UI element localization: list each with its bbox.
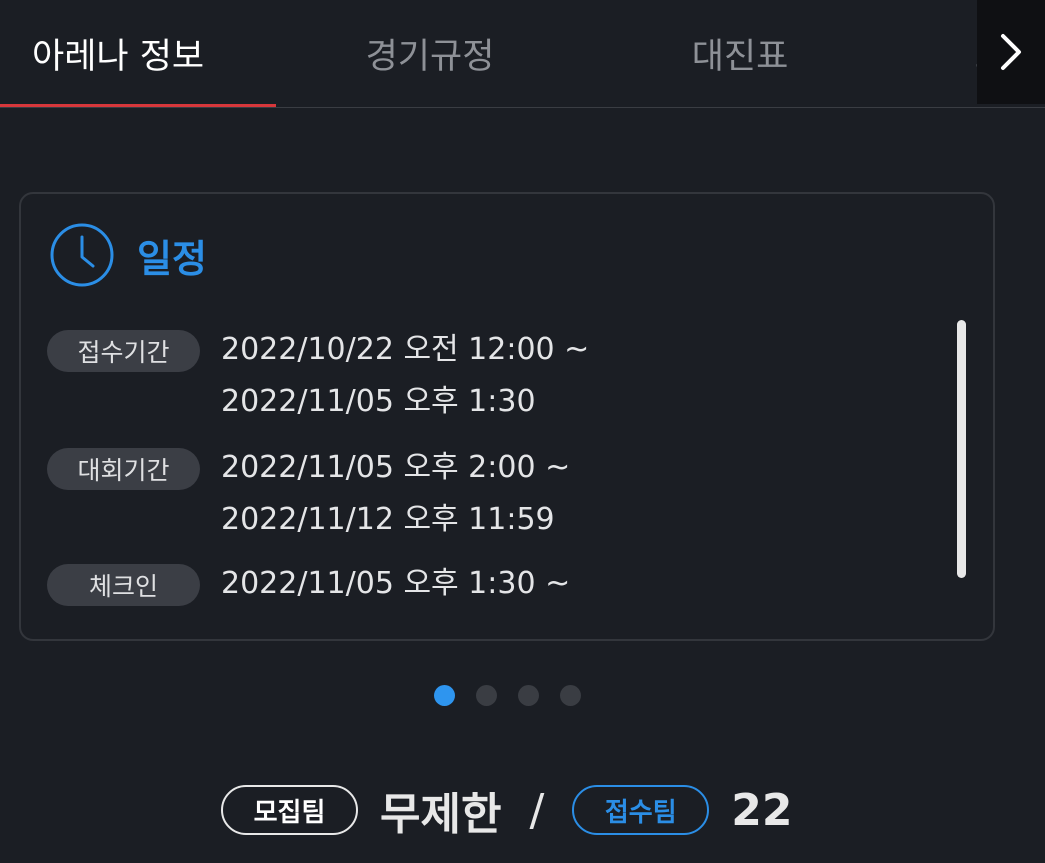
active-tab-indicator [0, 104, 276, 107]
summary-separator: / [529, 784, 545, 836]
schedule-row-checkin: 체크인 2022/11/05 오후 1:30 ~ [47, 562, 570, 610]
page-dot-2[interactable] [476, 685, 497, 706]
schedule-title: 일정 [137, 236, 207, 281]
recruit-teams-value: 무제한 [380, 789, 502, 840]
schedule-line: 2022/11/05 오후 1:30 ~ [221, 566, 571, 601]
schedule-line: 2022/10/22 오전 12:00 ~ [221, 332, 590, 367]
page-dot-4[interactable] [560, 685, 581, 706]
applied-teams-count: 22 [731, 784, 793, 836]
page-indicator [434, 685, 581, 706]
schedule-card: 일정 접수기간 2022/10/22 오전 12:00 ~ 2022/11/05… [19, 192, 995, 641]
page-dot-1[interactable] [434, 685, 455, 706]
schedule-line: 2022/11/12 오후 11:59 [221, 502, 555, 537]
clock-icon [50, 223, 114, 287]
chevron-right-icon [1001, 34, 1021, 70]
schedule-scrollbar[interactable] [957, 320, 966, 578]
schedule-label-registration: 접수기간 [47, 330, 200, 372]
tab-bracket[interactable]: 대진표 [610, 0, 870, 107]
schedule-value-tournament: 2022/11/05 오후 2:00 ~ 2022/11/12 오후 11:59 [221, 442, 570, 546]
schedule-value-registration: 2022/10/22 오전 12:00 ~ 2022/11/05 오후 1:30 [221, 324, 589, 428]
schedule-line: 2022/11/05 오후 1:30 [221, 384, 536, 419]
team-summary: 모집팀 무제한 / 접수팀 22 [221, 775, 793, 845]
applied-teams-badge: 접수팀 [572, 785, 710, 835]
schedule-row-registration: 접수기간 2022/10/22 오전 12:00 ~ 2022/11/05 오후… [47, 328, 589, 428]
tab-bar: 아레나 정보 경기규정 대진표 보상 [0, 0, 1045, 108]
schedule-label-tournament: 대회기간 [47, 448, 200, 490]
recruit-teams-badge: 모집팀 [221, 785, 358, 835]
schedule-value-checkin: 2022/11/05 오후 1:30 ~ [221, 558, 570, 610]
schedule-row-tournament: 대회기간 2022/11/05 오후 2:00 ~ 2022/11/12 오후 … [47, 446, 570, 546]
page-dot-3[interactable] [518, 685, 539, 706]
tab-scroll-next-button[interactable] [977, 0, 1045, 104]
schedule-label-checkin: 체크인 [47, 564, 200, 606]
schedule-line: 2022/11/05 오후 2:00 ~ [221, 450, 571, 485]
tab-match-rules[interactable]: 경기규정 [300, 0, 560, 107]
tab-arena-info[interactable]: 아레나 정보 [0, 0, 276, 107]
schedule-header: 일정 [49, 222, 207, 288]
